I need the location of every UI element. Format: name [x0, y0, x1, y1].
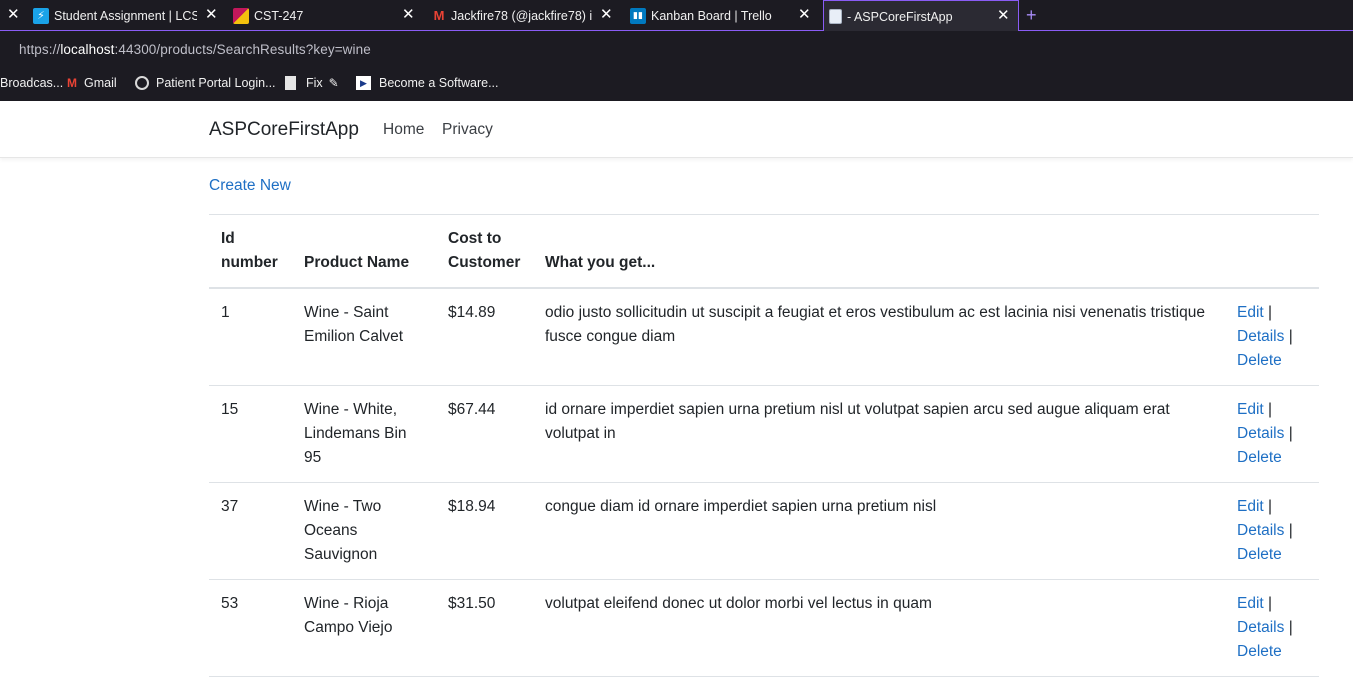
tab-student-assignment[interactable]: ⚡ Student Assignment | LCS L ✕ [33, 0, 221, 31]
video-icon: ▶ [356, 76, 371, 90]
table-row: 37 Wine - Two Oceans Sauvignon $18.94 co… [209, 482, 1319, 580]
edit-link[interactable]: Edit [1237, 498, 1264, 515]
table-row: 15 Wine - White, Lindemans Bin 95 $67.44… [209, 385, 1319, 483]
gmail-icon: M [67, 76, 77, 90]
close-tab-icon[interactable]: ✕ [7, 7, 20, 23]
bookmark-fix[interactable]: Fix ✎ [285, 76, 339, 90]
close-tab-icon[interactable]: ✕ [600, 7, 613, 23]
details-link[interactable]: Details [1237, 619, 1284, 636]
bookmark-label: Gmail [84, 76, 117, 90]
delete-link[interactable]: Delete [1237, 546, 1282, 563]
navbar-brand[interactable]: ASPCoreFirstApp [209, 119, 359, 141]
tab-jackfire78[interactable]: M Jackfire78 (@jackfire78) inv ✕ [432, 0, 620, 31]
bookmark-label: Patient Portal Login... [156, 76, 276, 90]
address-bar[interactable]: https://localhost:44300/products/SearchR… [0, 31, 1353, 69]
cell-id: 15 [209, 385, 292, 483]
bookmark-label: Become a Software... [379, 76, 499, 90]
browser-tab-bar: ✕ ⚡ Student Assignment | LCS L ✕ CST-247… [0, 0, 1353, 32]
bookmark-label: Broadcas... [0, 76, 64, 90]
delete-link[interactable]: Delete [1237, 352, 1282, 369]
bolt-icon: ⚡ [33, 7, 49, 24]
edit-link[interactable]: Edit [1237, 595, 1264, 612]
cell-product-name: Wine - Rioja Campo Viejo [292, 579, 436, 677]
trello-icon: ▮▮ [630, 7, 646, 24]
cell-id: 1 [209, 288, 292, 386]
column-header-cost: Cost to Customer [436, 214, 533, 289]
cell-description: id ornare imperdiet sapien urna pretium … [533, 385, 1225, 483]
tab-title: CST-247 [254, 8, 304, 23]
close-tab-icon[interactable]: ✕ [402, 7, 415, 23]
pencil-icon: ✎ [328, 76, 339, 90]
column-header-description: What you get... [533, 214, 1225, 289]
cell-cost: $18.94 [436, 482, 533, 580]
bookmarks-bar: Broadcas... M Gmail Patient Portal Login… [0, 69, 1353, 101]
url-text[interactable]: https://localhost:44300/products/SearchR… [19, 42, 371, 57]
bookmark-patient-portal[interactable]: Patient Portal Login... [135, 76, 276, 90]
new-tab-icon[interactable]: + [1026, 5, 1037, 25]
bookmark-gmail[interactable]: M Gmail [67, 76, 117, 90]
table-row: 53 Wine - Rioja Campo Viejo $31.50 volut… [209, 579, 1319, 677]
cell-product-name: Wine - White, Lindemans Bin 95 [292, 385, 436, 483]
bookmark-broadcast[interactable]: Broadcas... [0, 76, 63, 90]
details-link[interactable]: Details [1237, 425, 1284, 442]
cell-actions: Edit | Details | Delete [1225, 385, 1319, 483]
cell-description: odio justo sollicitudin ut suscipit a fe… [533, 288, 1225, 386]
cell-id: 53 [209, 579, 292, 677]
products-table: Id number Product Name Cost to Customer Wh… [209, 214, 1319, 677]
portal-icon [135, 76, 149, 90]
tab-kanban-board[interactable]: ▮▮ Kanban Board | Trello ✕ [630, 0, 818, 31]
tab-title: Kanban Board | Trello [651, 8, 772, 23]
tab-aspcorefirstapp[interactable]: - ASPCoreFirstApp ✕ [823, 0, 1019, 32]
delete-link[interactable]: Delete [1237, 643, 1282, 660]
details-link[interactable]: Details [1237, 328, 1284, 345]
column-header-product-name: Product Name [292, 214, 436, 289]
tab-title: - ASPCoreFirstApp [847, 9, 953, 24]
canvas-icon [233, 7, 249, 24]
close-tab-icon[interactable]: ✕ [205, 7, 218, 23]
edit-link[interactable]: Edit [1237, 401, 1264, 418]
file-icon [285, 76, 296, 90]
close-tab-icon[interactable]: ✕ [798, 7, 811, 23]
table-row: 1 Wine - Saint Emilion Calvet $14.89 odi… [209, 288, 1319, 386]
cell-id: 37 [209, 482, 292, 580]
cell-cost: $14.89 [436, 288, 533, 386]
cell-cost: $67.44 [436, 385, 533, 483]
column-header-actions [1225, 214, 1319, 289]
nav-link-home[interactable]: Home [383, 121, 424, 139]
cell-cost: $31.50 [436, 579, 533, 677]
cell-description: volutpat eleifend donec ut dolor morbi v… [533, 579, 1225, 677]
delete-link[interactable]: Delete [1237, 449, 1282, 466]
bookmark-label: Fix [306, 76, 323, 90]
tab-title: Student Assignment | LCS L [54, 8, 197, 23]
details-link[interactable]: Details [1237, 522, 1284, 539]
cell-product-name: Wine - Two Oceans Sauvignon [292, 482, 436, 580]
tab-cst-247[interactable]: CST-247 ✕ [233, 0, 421, 31]
cell-actions: Edit | Details | Delete [1225, 579, 1319, 677]
edit-link[interactable]: Edit [1237, 304, 1264, 321]
tab-title: Jackfire78 (@jackfire78) inv [451, 8, 592, 23]
gmail-icon: M [433, 8, 445, 23]
close-tab-icon[interactable]: ✕ [997, 8, 1010, 24]
bookmark-become-software[interactable]: ▶ Become a Software... [356, 76, 499, 90]
cell-product-name: Wine - Saint Emilion Calvet [292, 288, 436, 386]
cell-actions: Edit | Details | Delete [1225, 288, 1319, 386]
table-header-row: Id number Product Name Cost to Customer Wh… [209, 214, 1319, 289]
cell-description: congue diam id ornare imperdiet sapien u… [533, 482, 1225, 580]
cell-actions: Edit | Details | Delete [1225, 482, 1319, 580]
page-icon [829, 9, 842, 24]
create-new-link[interactable]: Create New [209, 177, 291, 195]
nav-link-privacy[interactable]: Privacy [442, 121, 493, 139]
column-header-id: Id number [209, 214, 292, 289]
site-navbar: ASPCoreFirstApp Home Privacy [0, 101, 1353, 158]
